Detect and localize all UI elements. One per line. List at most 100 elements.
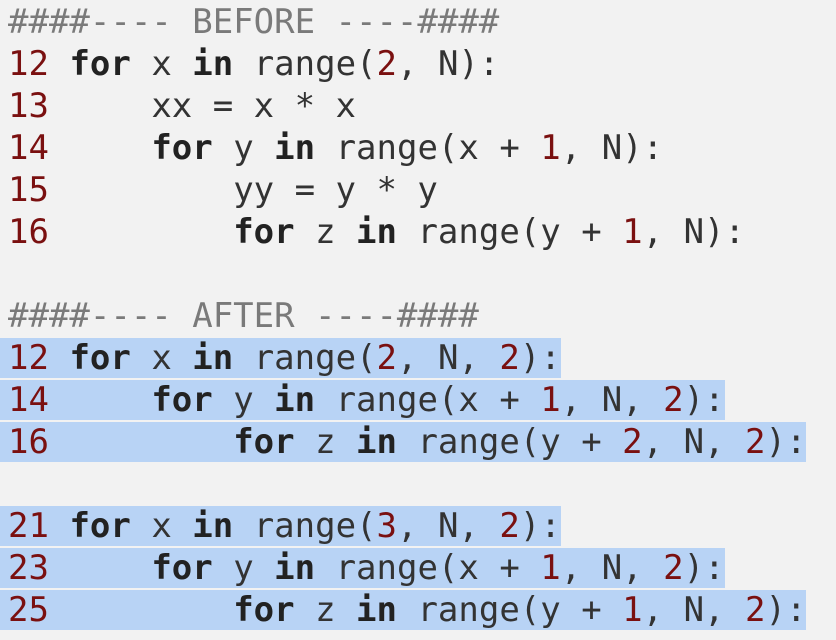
keyword-token: in xyxy=(356,212,397,252)
keyword-token: in xyxy=(356,590,397,630)
highlighted-line: 12 for x in range(2, N, 2): xyxy=(0,338,561,378)
number-token: 2 xyxy=(745,422,766,462)
keyword-token: in xyxy=(192,44,234,84)
highlighted-line: 16 for z in range(y + 2, N, 2): xyxy=(0,422,807,462)
number-token: 2 xyxy=(499,506,520,546)
number-token: 2 xyxy=(663,380,684,420)
number-token: 1 xyxy=(622,212,643,252)
number-token: 2 xyxy=(622,422,643,462)
keyword-token: for xyxy=(69,44,131,84)
code-token: range( xyxy=(233,506,377,546)
code-token: range(y + xyxy=(396,590,623,630)
code-token: x xyxy=(130,338,193,378)
line-number: 13 xyxy=(8,86,49,126)
keyword-token: for xyxy=(233,422,295,462)
code-token: y xyxy=(212,128,275,168)
number-token: 2 xyxy=(376,338,398,378)
line-number: 21 xyxy=(8,506,49,546)
line-number: 16 xyxy=(8,422,49,462)
code-token: range( xyxy=(233,44,377,84)
code-token: , N, xyxy=(397,338,500,378)
line-content: 16 for z in range(y + 1, N): xyxy=(8,212,745,252)
code-token: , N): xyxy=(560,128,664,168)
code-line: 14 for y in range(x + 1, N, 2): xyxy=(0,379,836,421)
code-token: ): xyxy=(519,506,561,546)
code-token: x xyxy=(130,44,193,84)
line-number: 14 xyxy=(8,380,49,420)
after-code-block-1: 12 for x in range(2, N, 2): 14 for y in r… xyxy=(0,337,836,463)
code-line: 16 for z in range(y + 2, N, 2): xyxy=(0,421,836,463)
keyword-token: for xyxy=(151,128,213,168)
code-token: ): xyxy=(683,548,725,588)
highlighted-line: 14 for y in range(x + 1, N, 2): xyxy=(0,380,725,420)
number-token: 1 xyxy=(622,590,643,630)
number-token: 2 xyxy=(745,590,766,630)
keyword-token: for xyxy=(233,212,295,252)
code-line: 23 for y in range(x + 1, N, 2): xyxy=(0,547,836,589)
number-token: 1 xyxy=(540,380,561,420)
code-token: z xyxy=(294,212,357,252)
after-header: ####---- AFTER ----#### xyxy=(8,296,479,336)
code-token: ): xyxy=(519,338,561,378)
code-view: ####---- BEFORE ----#### 12 for x in ran… xyxy=(0,0,836,631)
code-token: yy = y * y xyxy=(233,170,438,210)
keyword-token: in xyxy=(274,380,316,420)
keyword-token: in xyxy=(192,338,234,378)
line-number: 23 xyxy=(8,548,49,588)
code-token: range(x + xyxy=(315,128,541,168)
code-line: 12 for x in range(2, N, 2): xyxy=(0,337,836,379)
code-token: x xyxy=(130,506,193,546)
code-token: ): xyxy=(683,380,725,420)
number-token: 2 xyxy=(376,44,398,84)
line-number: 14 xyxy=(8,128,49,168)
keyword-token: in xyxy=(274,548,316,588)
code-token: xx = x * x xyxy=(151,86,357,126)
code-line: 13 xx = x * x xyxy=(8,85,836,127)
code-token: ): xyxy=(765,422,807,462)
code-line: 14 for y in range(x + 1, N): xyxy=(8,127,836,169)
code-token: range(x + xyxy=(315,548,541,588)
code-token: , N, xyxy=(642,422,745,462)
code-token: range(x + xyxy=(315,380,541,420)
keyword-token: for xyxy=(69,506,131,546)
line-content: 15 yy = y * y xyxy=(8,170,438,210)
line-number: 12 xyxy=(8,338,49,378)
keyword-token: in xyxy=(274,128,316,168)
highlighted-line: 25 for z in range(y + 1, N, 2): xyxy=(0,590,807,630)
code-token: z xyxy=(294,422,357,462)
code-line: 12 for x in range(2, N): xyxy=(8,43,836,85)
code-line: 25 for z in range(y + 1, N, 2): xyxy=(0,589,836,631)
code-token: y xyxy=(212,548,275,588)
line-number: 12 xyxy=(8,44,49,84)
keyword-token: for xyxy=(69,338,131,378)
code-token: y xyxy=(212,380,275,420)
keyword-token: for xyxy=(151,548,213,588)
code-token: , N, xyxy=(560,380,664,420)
line-number: 15 xyxy=(8,170,49,210)
line-number: 16 xyxy=(8,212,49,252)
highlighted-line: 23 for y in range(x + 1, N, 2): xyxy=(0,548,725,588)
code-line: 16 for z in range(y + 1, N): xyxy=(8,211,836,253)
number-token: 2 xyxy=(663,548,684,588)
code-token: , N, xyxy=(642,590,745,630)
line-number: 25 xyxy=(8,590,49,630)
code-token: ): xyxy=(765,590,807,630)
code-line: 15 yy = y * y xyxy=(8,169,836,211)
number-token: 3 xyxy=(376,506,398,546)
keyword-token: for xyxy=(233,590,295,630)
after-code-block-2: 21 for x in range(3, N, 2): 23 for y in r… xyxy=(0,505,836,631)
before-header: ####---- BEFORE ----#### xyxy=(8,2,500,42)
line-content: 12 for x in range(2, N): xyxy=(8,44,499,84)
